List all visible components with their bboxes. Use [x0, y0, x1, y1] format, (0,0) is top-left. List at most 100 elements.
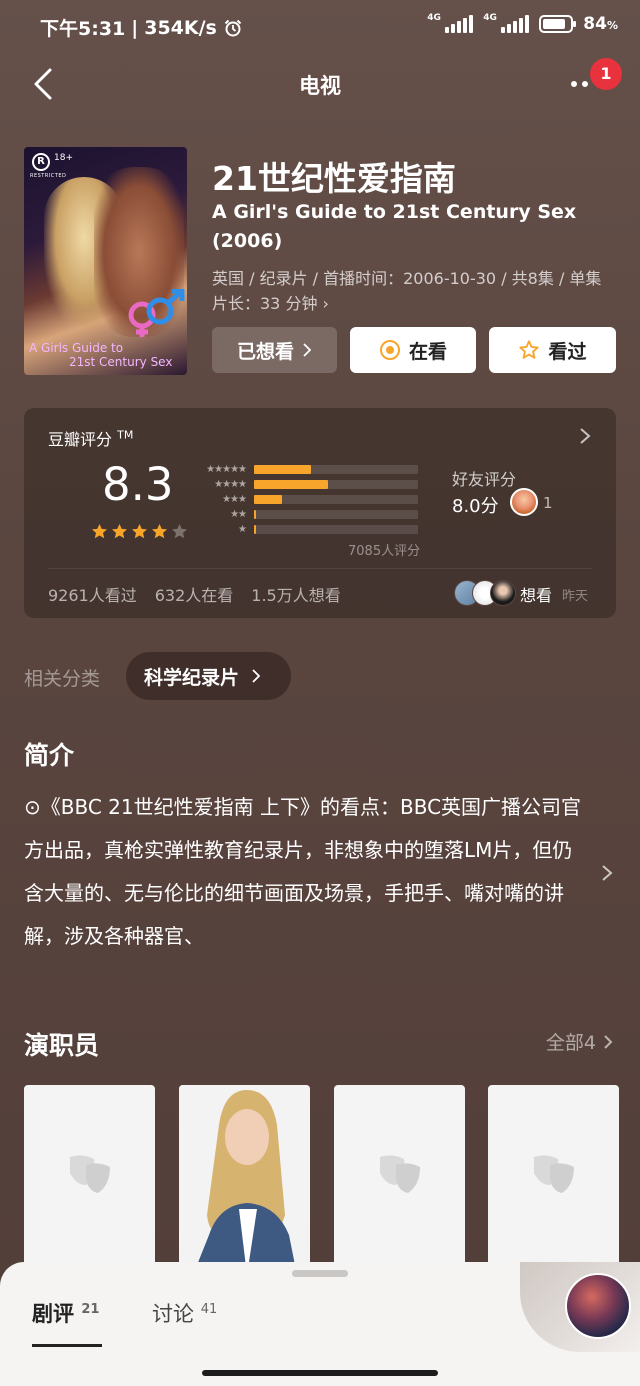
alarm-icon [224, 19, 242, 36]
battery-icon [539, 15, 577, 33]
distribution-bar [254, 510, 257, 519]
cast-photo [179, 1085, 310, 1275]
distribution-track [254, 495, 418, 504]
battery-percent: 84% [583, 14, 618, 34]
intro-title: 简介 [24, 741, 75, 770]
wished-label: 已想看 [236, 340, 294, 363]
rating-count: 7085人评分 [348, 544, 421, 559]
notification-badge[interactable]: 1 [590, 58, 622, 90]
distribution-track [254, 525, 418, 534]
distribution-stars-icon: ★★★★★ [206, 464, 247, 475]
wished-count: 1.5万人想看 [251, 586, 341, 605]
status-speed: 354K/s [144, 16, 217, 39]
divider [48, 568, 592, 569]
distribution-row: ★★ [196, 507, 436, 522]
distribution-stars-icon: ★ [238, 524, 247, 535]
poster-text: A Girls Guide to 21st Century Sex [29, 341, 173, 369]
chevron-right-icon [604, 1034, 613, 1049]
rating-stars [90, 522, 189, 541]
mask-placeholder-icon [534, 1155, 574, 1193]
gender-symbols-icon [128, 289, 185, 337]
distribution-bar [254, 480, 328, 489]
watching-button[interactable]: 在看 [350, 327, 476, 373]
watching-count: 632人在看 [154, 586, 234, 605]
wish-label: 想看 [520, 586, 553, 605]
page-title: 电视 [299, 74, 341, 98]
title-cn: 21世纪性爱指南 [212, 159, 456, 198]
distribution-bar [254, 495, 282, 504]
distribution-stars-icon: ★★★★ [214, 479, 247, 490]
chevron-right-icon [580, 428, 591, 444]
star-icon [111, 523, 128, 539]
distribution-track [254, 465, 418, 474]
tab-reviews[interactable]: 剧评 21 [32, 1298, 99, 1328]
tab-underline [32, 1344, 102, 1347]
distribution-bar [254, 525, 256, 534]
nav-bar: 电视 1 [0, 56, 640, 112]
tab-discussion[interactable]: 讨论 41 [152, 1298, 217, 1328]
cast-all-label: 全部4 [545, 1032, 596, 1054]
star-outline-icon [519, 340, 540, 359]
signal-icon: 4G [427, 13, 474, 33]
mask-placeholder-icon [380, 1155, 420, 1193]
sheet-handle[interactable] [292, 1270, 348, 1277]
friend-count: 1 [543, 494, 553, 512]
status-left: 下午5:31 | 354K/s [40, 14, 243, 41]
poster-age: 18+ [54, 153, 73, 163]
rating-title: 豆瓣评分 TM [48, 428, 134, 449]
star-icon [91, 523, 108, 539]
status-time: 下午5:31 [40, 18, 126, 40]
signal-icon-2: 4G [483, 13, 530, 33]
distribution-row: ★★★★ [196, 477, 436, 492]
watched-label: 看过 [548, 340, 587, 363]
category-chip[interactable]: 科学纪录片 [126, 652, 291, 700]
rating-score: 8.3 [102, 458, 174, 511]
cast-all-link[interactable]: 全部4 [546, 1028, 614, 1055]
rating-distribution: ★★★★★ ★★★★ ★★★ ★★ ★ [196, 462, 436, 537]
chevron-right-icon [303, 343, 312, 357]
friend-rating-score: 8.0分 [452, 496, 499, 517]
chevron-right-icon[interactable] [600, 863, 614, 883]
rating-card[interactable]: 豆瓣评分 TM 8.3 ★★★★★ ★★★★ ★★★ ★★ ★ 7085人评分 好友评分… [24, 408, 616, 618]
watching-icon [379, 340, 400, 360]
wish-time: 昨天 [562, 589, 589, 604]
poster-rating-badge: R [32, 153, 50, 171]
floating-avatar-button[interactable] [565, 1273, 631, 1339]
status-bar: 下午5:31 | 354K/s 4G 4G 84% [0, 0, 640, 56]
distribution-stars-icon: ★★★ [222, 494, 247, 505]
watch-stats: 9261人看过 632人在看 1.5万人想看 [48, 582, 341, 606]
status-separator: | [131, 16, 139, 39]
poster[interactable]: R 18+ RESTRICTED A Girls Guide to 21st C… [24, 147, 187, 375]
category-label: 相关分类 [24, 668, 101, 690]
wish-avatars[interactable] [454, 580, 518, 608]
distribution-bar [254, 465, 312, 474]
cast-card[interactable] [24, 1085, 155, 1275]
cast-title: 演职员 [24, 1031, 100, 1060]
distribution-row: ★ [196, 522, 436, 537]
wished-button[interactable]: 已想看 [212, 327, 337, 373]
home-indicator[interactable] [202, 1370, 438, 1376]
distribution-stars-icon: ★★ [230, 509, 247, 520]
friend-rating-label: 好友评分 [452, 470, 517, 489]
movie-meta[interactable]: 英国 / 纪录片 / 首播时间：2006-10-30 / 共8集 / 单集片长：… [212, 266, 617, 316]
distribution-row: ★★★★★ [196, 462, 436, 477]
star-icon [131, 523, 148, 539]
chevron-right-icon [252, 669, 261, 683]
title-en: A Girl's Guide to 21st Century Sex (2006… [212, 201, 577, 252]
watched-button[interactable]: 看过 [489, 327, 616, 373]
intro-text[interactable]: ⊙《BBC 21世纪性爱指南 上下》的看点：BBC英国广播公司官方出品，真枪实弹… [24, 786, 584, 958]
friend-avatar[interactable] [510, 488, 538, 516]
mask-placeholder-icon [70, 1155, 110, 1193]
category-chip-label: 科学纪录片 [144, 666, 240, 689]
distribution-row: ★★★ [196, 492, 436, 507]
distribution-track [254, 510, 418, 519]
cast-card[interactable] [488, 1085, 619, 1275]
star-icon [171, 523, 188, 539]
poster-restricted: RESTRICTED [30, 173, 67, 179]
cast-card[interactable] [334, 1085, 465, 1275]
status-right: 4G 4G 84% [427, 13, 618, 34]
watching-label: 在看 [408, 340, 447, 363]
watched-count: 9261人看过 [48, 586, 137, 605]
cast-card[interactable] [179, 1085, 310, 1275]
distribution-track [254, 480, 418, 489]
